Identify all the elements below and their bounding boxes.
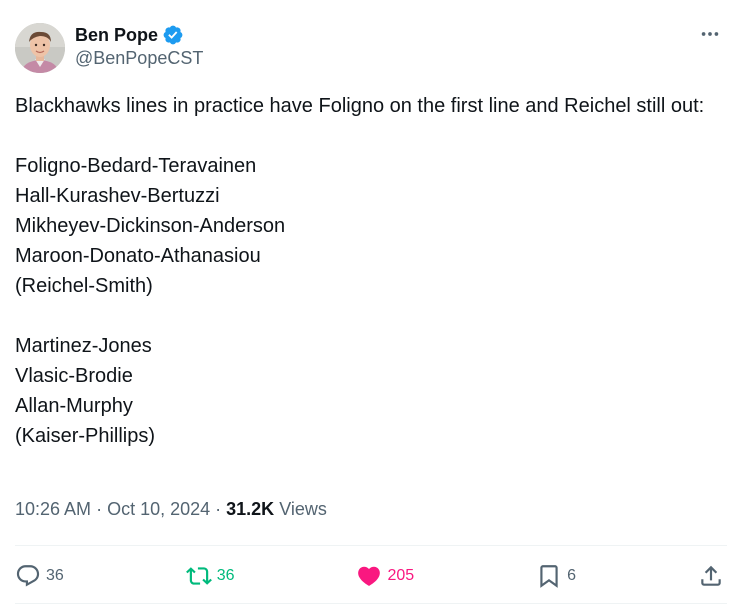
tweet-text: Blackhawks lines in practice have Folign… [15,91,715,451]
avatar[interactable] [15,23,65,73]
tweet-line: Maroon-Donato-Athanasiou [15,245,261,267]
tweet-line: (Reichel-Smith) [15,275,153,297]
retweet-icon [185,567,212,585]
tweet-line: Martinez-Jones [15,335,152,357]
like-button[interactable]: 205 [356,563,414,589]
tweet-meta: 10:26 AM · Oct 10, 2024 · 31.2K Views [15,499,327,520]
meta-separator: · [215,499,222,519]
tweet-date[interactable]: Oct 10, 2024 [107,499,210,520]
views-count: 31.2K [226,499,275,519]
author-handle[interactable]: @BenPopeCST [75,48,203,69]
action-bar: 36 36 205 6 [15,558,724,594]
tweet-line: Blackhawks lines in practice have Folign… [15,95,705,117]
tweet-line: Hall-Kurashev-Bertuzzi [15,185,220,207]
author-name-row[interactable]: Ben Pope [75,23,184,47]
bookmark-count: 6 [567,567,577,584]
meta-separator: · [96,499,103,519]
tweet-line: Allan-Murphy [15,395,133,417]
reply-icon [16,565,40,587]
reply-count: 36 [46,567,64,584]
bookmark-button[interactable]: 6 [536,563,576,589]
tweet-time[interactable]: 10:26 AM [15,499,91,520]
like-count: 205 [387,567,415,584]
retweet-count: 36 [216,567,235,584]
reply-button[interactable]: 36 [15,563,64,589]
divider [15,545,727,546]
tweet-line: Vlasic-Brodie [15,365,133,387]
tweet-line: Foligno-Bedard-Teravainen [15,155,257,177]
divider [15,603,727,604]
verified-badge-icon[interactable] [162,24,184,46]
retweet-button[interactable]: 36 [185,563,235,589]
tweet-line: Mikheyev-Dickinson-Anderson [15,215,286,237]
avatar-image [15,23,65,73]
share-button[interactable] [698,563,724,589]
like-icon [358,566,381,586]
share-icon [701,565,721,586]
views-label: Views [279,499,327,519]
bookmark-icon [540,565,558,588]
author-display-name[interactable]: Ben Pope [75,25,158,46]
more-icon[interactable] [698,22,722,46]
tweet-line: (Kaiser-Phillips) [15,425,156,447]
